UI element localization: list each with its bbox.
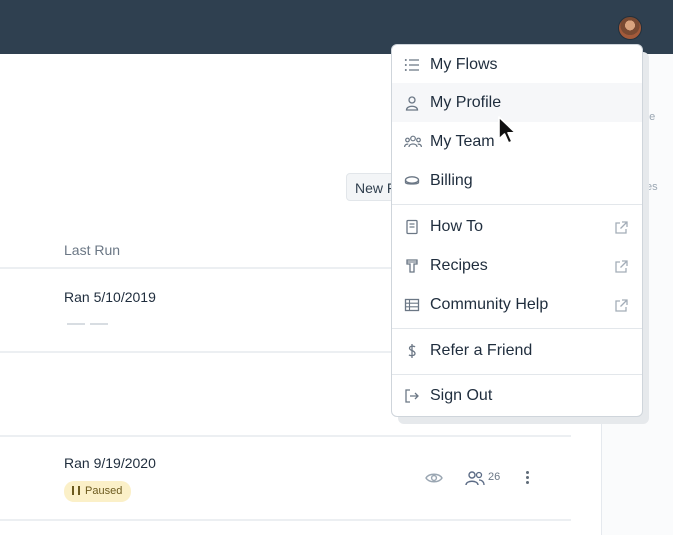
menu-separator xyxy=(392,204,642,205)
menu-item-label: Billing xyxy=(430,172,473,189)
external-link-icon xyxy=(615,260,628,273)
status-badge-label: Paused xyxy=(85,485,123,497)
menu-item-label: My Flows xyxy=(430,56,498,73)
table-icon xyxy=(404,298,420,312)
team-count: 26 xyxy=(488,471,501,483)
team-icon[interactable] xyxy=(465,470,485,486)
menu-item-my-flows[interactable]: My Flows xyxy=(392,45,642,84)
external-link-icon xyxy=(615,221,628,234)
list-icon xyxy=(404,59,419,71)
placeholder-dash xyxy=(90,323,108,325)
menu-item-label: My Profile xyxy=(430,94,502,111)
status-badge: Paused xyxy=(64,481,132,502)
user-avatar[interactable] xyxy=(618,16,642,40)
dollar-icon xyxy=(408,344,416,358)
pause-icon xyxy=(72,486,80,495)
menu-item-billing[interactable]: Billing xyxy=(392,161,642,200)
coins-icon xyxy=(404,176,420,185)
menu-item-label: Sign Out xyxy=(430,387,493,404)
column-header-last-run[interactable]: Last Run xyxy=(64,242,120,258)
recipe-icon xyxy=(406,259,418,273)
menu-item-how-to[interactable]: How To xyxy=(392,207,642,246)
menu-item-label: My Team xyxy=(430,133,495,150)
menu-item-label: Community Help xyxy=(430,296,549,313)
sign-out-icon xyxy=(405,389,419,403)
menu-item-label: Refer a Friend xyxy=(430,342,533,359)
team-icon xyxy=(404,135,422,148)
menu-separator xyxy=(392,374,642,375)
table-divider xyxy=(0,519,571,521)
external-link-icon xyxy=(615,299,628,312)
menu-item-label: How To xyxy=(430,218,484,235)
menu-item-recipes[interactable]: Recipes xyxy=(392,246,642,285)
last-run-value: Ran 9/19/2020 xyxy=(64,455,156,471)
book-icon xyxy=(406,219,418,235)
mouse-cursor-icon xyxy=(498,116,517,144)
user-icon xyxy=(405,96,419,111)
menu-item-refer-a-friend[interactable]: Refer a Friend xyxy=(392,331,642,370)
menu-item-sign-out[interactable]: Sign Out xyxy=(392,376,642,415)
last-run-value: Ran 5/10/2019 xyxy=(64,289,156,305)
placeholder-dash xyxy=(67,323,85,325)
menu-item-community-help[interactable]: Community Help xyxy=(392,285,642,324)
menu-separator xyxy=(392,328,642,329)
row-more-menu-icon[interactable] xyxy=(526,471,530,486)
eye-icon[interactable] xyxy=(425,470,443,486)
table-divider xyxy=(0,435,571,437)
menu-item-label: Recipes xyxy=(430,257,488,274)
user-dropdown-menu: My Flows My Profile My Team Billing How … xyxy=(391,44,643,417)
